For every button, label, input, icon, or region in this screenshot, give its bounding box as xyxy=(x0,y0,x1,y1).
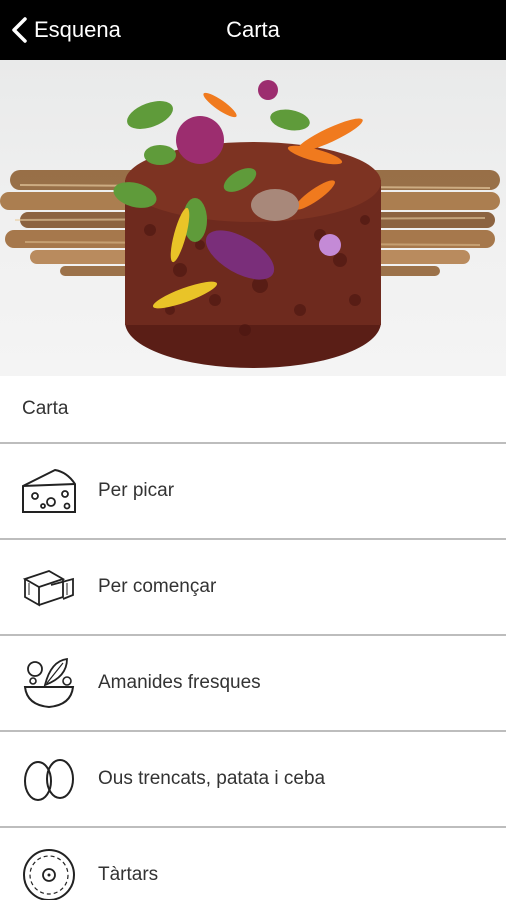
ravioli-icon xyxy=(21,559,77,615)
menu-item-tartars[interactable]: Tàrtars xyxy=(0,828,506,900)
menu-item-label: Tàrtars xyxy=(98,864,159,885)
menu-item-per-comencar[interactable]: Per començar xyxy=(0,540,506,636)
menu-item-label: Per picar xyxy=(98,480,175,501)
menu-item-ous-trencats[interactable]: Ous trencats, patata i ceba xyxy=(0,732,506,828)
back-button-label: Esquena xyxy=(34,17,121,42)
cheese-icon xyxy=(21,463,77,519)
tartar-plate-icon xyxy=(21,847,77,900)
menu-item-amanides-fresques[interactable]: Amanides fresques xyxy=(0,636,506,732)
menu-item-label: Per començar xyxy=(98,576,217,597)
menu-item-label: Ous trencats, patata i ceba xyxy=(98,768,326,789)
back-button[interactable]: Esquena xyxy=(10,0,121,60)
eggs-icon xyxy=(21,751,77,807)
menu-item-per-picar[interactable]: Per picar xyxy=(0,444,506,540)
menu-item-label: Amanides fresques xyxy=(98,672,261,693)
menu-list: Per picar Per començar Amanides fresques… xyxy=(0,444,506,900)
salad-bowl-icon xyxy=(21,655,77,711)
hero-dish-image xyxy=(0,60,506,376)
chevron-left-icon xyxy=(10,16,28,44)
section-title: Carta xyxy=(0,376,506,444)
top-bar: Esquena Carta xyxy=(0,0,506,60)
